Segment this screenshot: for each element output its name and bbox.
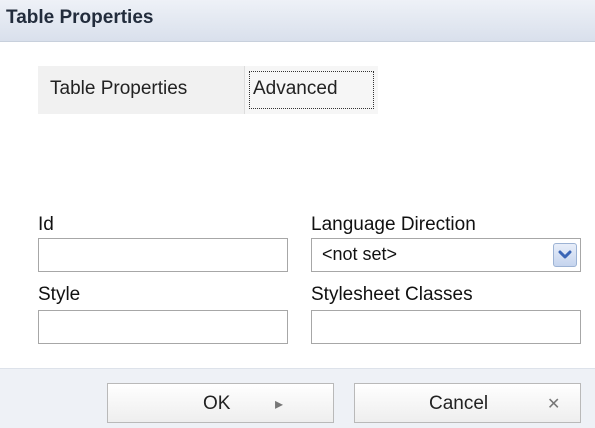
style-label: Style <box>38 284 81 305</box>
ok-button-label: OK <box>203 393 231 414</box>
dialog-title: Table Properties <box>6 7 154 28</box>
tab-advanced[interactable]: Advanced <box>244 66 378 114</box>
id-field[interactable] <box>38 238 288 272</box>
language-direction-label: Language Direction <box>311 214 476 235</box>
dialog-footer: OK ▸ Cancel ✕ <box>0 368 595 428</box>
language-direction-value: <not set> <box>322 244 398 264</box>
language-direction-select[interactable]: <not set> <box>311 238 581 272</box>
close-icon: ✕ <box>547 396 561 413</box>
cancel-button-label: Cancel <box>429 393 489 414</box>
dialog-titlebar[interactable]: Table Properties <box>0 0 595 42</box>
chevron-down-icon[interactable] <box>553 243 577 267</box>
cancel-button[interactable]: Cancel ✕ <box>354 383 581 423</box>
stylesheet-classes-label: Stylesheet Classes <box>311 284 473 305</box>
table-properties-dialog: Table Properties Table Properties Advanc… <box>0 0 595 428</box>
ok-button[interactable]: OK ▸ <box>107 383 334 423</box>
stylesheet-classes-field[interactable] <box>311 310 581 344</box>
style-field[interactable] <box>38 310 288 344</box>
tab-label: Table Properties <box>50 78 188 99</box>
id-label: Id <box>38 214 54 235</box>
tab-table-properties[interactable]: Table Properties <box>38 66 244 114</box>
play-icon: ▸ <box>275 396 284 413</box>
tab-label: Advanced <box>253 78 338 99</box>
